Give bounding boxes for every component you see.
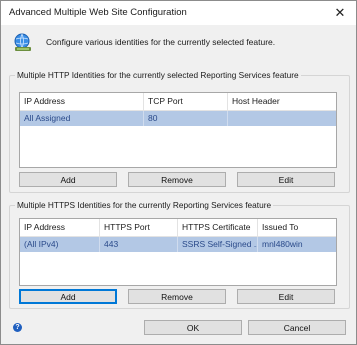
column-header-ip-address[interactable]: IP Address [20, 219, 100, 236]
row-ip-address: (All IPv4) [20, 237, 100, 252]
close-icon[interactable]: ✕ [328, 3, 352, 23]
https-identities-group: Multiple HTTPS Identities for the curren… [9, 200, 350, 309]
https-edit-button[interactable]: Edit [237, 289, 335, 304]
globe-config-icon [14, 33, 31, 51]
table-row[interactable]: (All IPv4) 443 SSRS Self-Signed ... mnl4… [20, 237, 336, 252]
title-bar: Advanced Multiple Web Site Configuration… [1, 1, 356, 25]
row-tcp-port: 80 [144, 111, 228, 126]
dialog-window: Advanced Multiple Web Site Configuration… [0, 0, 357, 345]
column-header-https-certificate[interactable]: HTTPS Certificate [178, 219, 258, 236]
https-list-header: IP Address HTTPS Port HTTPS Certificate … [20, 219, 336, 237]
https-add-button[interactable]: Add [19, 289, 117, 304]
http-list-header: IP Address TCP Port Host Header [20, 93, 336, 111]
column-header-issued-to[interactable]: Issued To [258, 219, 336, 236]
table-row[interactable]: All Assigned 80 [20, 111, 336, 126]
column-header-ip-address[interactable]: IP Address [20, 93, 144, 110]
http-identities-group: Multiple HTTP Identities for the current… [9, 70, 350, 193]
row-ip-address: All Assigned [20, 111, 144, 126]
https-identities-list[interactable]: IP Address HTTPS Port HTTPS Certificate … [19, 218, 337, 286]
header-description: Configure various identities for the cur… [46, 37, 276, 47]
ok-button[interactable]: OK [144, 320, 242, 335]
window-title: Advanced Multiple Web Site Configuration [9, 7, 187, 18]
http-edit-button[interactable]: Edit [237, 172, 335, 187]
row-https-port: 443 [100, 237, 178, 252]
http-identities-list[interactable]: IP Address TCP Port Host Header All Assi… [19, 92, 337, 168]
row-https-certificate: SSRS Self-Signed ... [178, 237, 258, 252]
https-remove-button[interactable]: Remove [128, 289, 226, 304]
row-issued-to: mnl480win [262, 239, 303, 249]
column-header-host-header[interactable]: Host Header [228, 93, 336, 110]
row-host-header [228, 111, 336, 126]
http-group-label: Multiple HTTP Identities for the current… [15, 70, 301, 80]
http-add-button[interactable]: Add [19, 172, 117, 187]
column-header-tcp-port[interactable]: TCP Port [144, 93, 228, 110]
column-header-https-port[interactable]: HTTPS Port [100, 219, 178, 236]
cancel-button[interactable]: Cancel [248, 320, 346, 335]
help-icon[interactable]: ? [13, 323, 22, 332]
https-group-label: Multiple HTTPS Identities for the curren… [15, 200, 274, 210]
http-remove-button[interactable]: Remove [128, 172, 226, 187]
